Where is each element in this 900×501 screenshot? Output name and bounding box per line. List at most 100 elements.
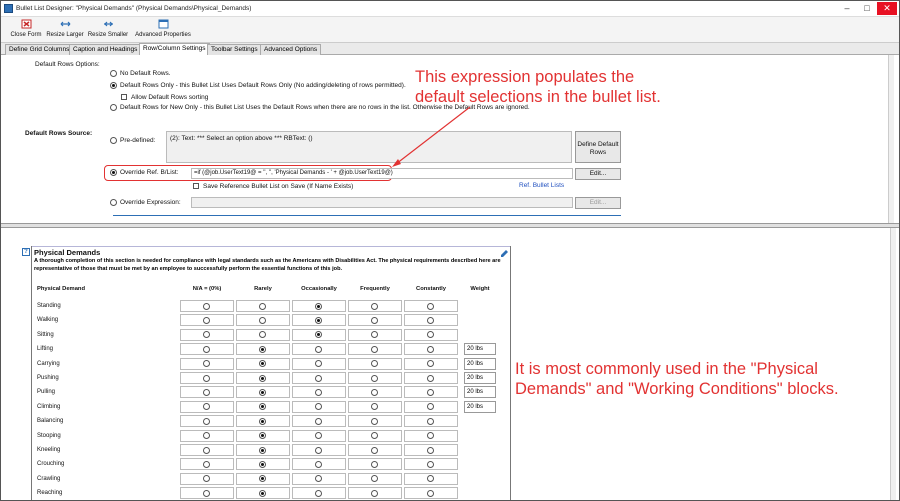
option-radio[interactable] bbox=[203, 316, 210, 324]
option-radio[interactable] bbox=[315, 302, 322, 310]
option-radio[interactable] bbox=[203, 489, 210, 497]
option-radio[interactable] bbox=[259, 388, 266, 396]
maximize-button[interactable]: □ bbox=[857, 2, 877, 15]
option-radio[interactable] bbox=[371, 489, 378, 497]
option-radio[interactable] bbox=[315, 388, 322, 396]
override-expression-input[interactable]: =if (@job.UserText19@ = '', '', 'Physica… bbox=[191, 168, 573, 179]
tab-row-column-settings[interactable]: Row/Column Settings bbox=[139, 43, 210, 55]
tab-toolbar-settings[interactable]: Toolbar Settings bbox=[207, 44, 262, 55]
weight-input[interactable]: 20 lbs bbox=[464, 386, 496, 399]
option-radio[interactable] bbox=[259, 489, 266, 497]
option-radio[interactable] bbox=[427, 388, 434, 396]
option-radio[interactable] bbox=[203, 446, 210, 454]
save-reference-checkbox[interactable] bbox=[193, 183, 199, 189]
row-column-settings-panel: Default Rows Options: No Default Rows. D… bbox=[1, 55, 894, 223]
define-default-rows-button[interactable]: Define Default Rows bbox=[575, 131, 621, 163]
option-radio[interactable] bbox=[315, 374, 322, 382]
weight-input[interactable]: 20 lbs bbox=[464, 372, 496, 384]
row-label-reaching: Reaching bbox=[37, 490, 63, 497]
option-radio[interactable] bbox=[427, 460, 434, 468]
option-radio[interactable] bbox=[203, 417, 210, 425]
close-window-button[interactable]: ✕ bbox=[877, 2, 897, 15]
close-form-icon bbox=[21, 19, 31, 29]
option-radio[interactable] bbox=[371, 345, 378, 353]
option-radio[interactable] bbox=[259, 460, 266, 468]
block-title: Physical Demands bbox=[34, 248, 101, 257]
column-header: Weight bbox=[470, 286, 490, 292]
default-rows-only-label: Default Rows Only - this Bullet List Use… bbox=[120, 82, 406, 89]
option-radio[interactable] bbox=[371, 316, 378, 324]
option-radio[interactable] bbox=[371, 460, 378, 468]
option-radio[interactable] bbox=[203, 302, 210, 310]
predefined-label: Pre-defined: bbox=[120, 137, 156, 144]
option-radio[interactable] bbox=[259, 316, 266, 324]
lower-scrollbar[interactable] bbox=[890, 228, 896, 500]
option-radio[interactable] bbox=[315, 489, 322, 497]
weight-input[interactable]: 20 lbs bbox=[464, 357, 496, 370]
predefined-text-box[interactable]: (2): Text: *** Select an option above **… bbox=[166, 131, 572, 163]
edit-override-button[interactable]: Edit... bbox=[575, 168, 621, 180]
option-radio[interactable] bbox=[203, 345, 210, 353]
allow-sorting-label: Allow Default Rows sorting bbox=[131, 94, 209, 101]
option-radio[interactable] bbox=[427, 345, 434, 353]
option-radio[interactable] bbox=[259, 374, 266, 382]
option-radio[interactable] bbox=[203, 388, 210, 396]
override-expression-field[interactable] bbox=[191, 197, 573, 208]
tab-define-grid-columns[interactable]: Define Grid Columns bbox=[5, 44, 74, 55]
option-radio[interactable] bbox=[427, 417, 434, 425]
option-radio[interactable] bbox=[315, 345, 322, 353]
option-radio[interactable] bbox=[427, 446, 434, 454]
option-radio[interactable] bbox=[315, 446, 322, 454]
close-form-button[interactable]: Close Form bbox=[9, 19, 43, 38]
column-header: Physical Demand bbox=[37, 286, 86, 292]
radio-default-rows-only[interactable] bbox=[110, 82, 117, 89]
option-radio[interactable] bbox=[259, 417, 266, 425]
radio-override-ref-blist[interactable] bbox=[110, 169, 117, 176]
help-icon[interactable]: ? bbox=[22, 248, 30, 256]
option-radio[interactable] bbox=[315, 460, 322, 468]
minimize-button[interactable]: – bbox=[837, 2, 857, 15]
radio-predefined[interactable] bbox=[110, 137, 117, 144]
weight-input[interactable]: 20 lbs bbox=[464, 400, 496, 413]
column-header: N/A = (0%) bbox=[192, 286, 222, 292]
title-bar: Bullet List Designer: "Physical Demands"… bbox=[1, 1, 899, 17]
preview-panel: ? Physical Demands A thorough completion… bbox=[1, 228, 899, 500]
ref-bullet-lists-link[interactable]: Ref. Bullet Lists bbox=[519, 182, 564, 189]
predefined-text: (2): Text: *** Select an option above **… bbox=[170, 135, 313, 142]
weight-input[interactable]: 20 lbs bbox=[464, 343, 496, 356]
option-radio[interactable] bbox=[371, 302, 378, 310]
resize-larger-button[interactable]: Resize Larger bbox=[45, 19, 85, 38]
option-radio[interactable] bbox=[203, 374, 210, 382]
row-label-standing: Standing bbox=[37, 303, 61, 309]
tab-caption-and-headings[interactable]: Caption and Headings bbox=[69, 44, 142, 55]
option-radio[interactable] bbox=[427, 489, 434, 497]
advanced-properties-button[interactable]: Advanced Properties bbox=[133, 19, 193, 38]
advanced-properties-icon bbox=[158, 19, 168, 29]
allow-sorting-checkbox[interactable] bbox=[121, 94, 127, 100]
option-radio[interactable] bbox=[259, 446, 266, 454]
tab-advanced-options[interactable]: Advanced Options bbox=[260, 44, 322, 55]
option-radio[interactable] bbox=[427, 374, 434, 382]
physical-demands-block: Physical Demands A thorough completion o… bbox=[31, 246, 511, 500]
edit-expression-button[interactable]: Edit... bbox=[575, 197, 621, 209]
option-radio[interactable] bbox=[315, 316, 322, 324]
upper-scrollbar[interactable] bbox=[888, 55, 894, 223]
option-radio[interactable] bbox=[427, 316, 434, 324]
radio-no-default-rows[interactable] bbox=[110, 70, 117, 77]
override-ref-blist-label: Override Ref. B/List: bbox=[120, 169, 179, 176]
option-radio[interactable] bbox=[371, 388, 378, 396]
option-radio[interactable] bbox=[371, 417, 378, 425]
radio-default-rows-for-new[interactable] bbox=[110, 104, 117, 111]
option-radio[interactable] bbox=[259, 302, 266, 310]
resize-smaller-button[interactable]: Resize Smaller bbox=[87, 19, 129, 38]
option-radio[interactable] bbox=[371, 446, 378, 454]
option-radio[interactable] bbox=[203, 460, 210, 468]
option-radio[interactable] bbox=[427, 302, 434, 310]
radio-override-expression[interactable] bbox=[110, 199, 117, 206]
option-radio[interactable] bbox=[371, 374, 378, 382]
column-header: Constantly bbox=[416, 286, 446, 292]
resize-smaller-icon bbox=[103, 21, 113, 27]
column-header: Rarely bbox=[254, 286, 272, 292]
option-radio[interactable] bbox=[315, 417, 322, 425]
option-radio[interactable] bbox=[259, 345, 266, 353]
